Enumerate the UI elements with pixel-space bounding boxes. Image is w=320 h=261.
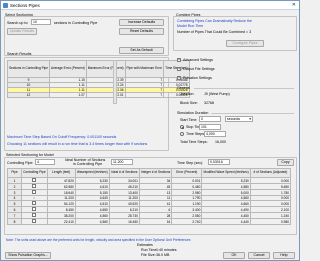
block-size-value: 32768 bbox=[204, 101, 214, 105]
close-icon[interactable]: ✕ bbox=[292, 2, 296, 8]
ok-button[interactable]: OK bbox=[223, 252, 245, 259]
time-step-label: Time Step (sec): bbox=[177, 161, 204, 165]
general-divider bbox=[194, 88, 294, 89]
output-file-settings-label[interactable]: Output File Settings bbox=[183, 67, 215, 71]
show-pulsation-graphs-button[interactable]: Show Pulsation Graphs... bbox=[5, 252, 51, 259]
stop-time-radio[interactable] bbox=[180, 125, 184, 129]
selected-sections-table: Pipe Controlling Pipe Length (feet) Wave… bbox=[6, 168, 292, 225]
run-time-label: Run Time: bbox=[141, 248, 158, 252]
sections-pipes-window: Sections Pipes ✕ Select Sectioning Searc… bbox=[0, 0, 300, 261]
col-maximum-error: Maximum Error (Percent) bbox=[85, 60, 126, 78]
time-steps-radio[interactable] bbox=[180, 132, 184, 136]
pulsation-settings-label[interactable]: Pulsation Settings bbox=[183, 76, 212, 80]
time-step-warning: Maximum Time Step Based On Cutoff Freque… bbox=[7, 135, 117, 139]
table-row[interactable]: 8 22.410 4,560 16.450 16 2.740 4,440 0.980 bbox=[6, 218, 292, 225]
controlling-pipe-label: Controlling Pipe: bbox=[7, 161, 34, 165]
time-units-select[interactable]: seconds bbox=[225, 116, 253, 122]
combine-line-1: Combining Pipes Can Dramatically Reduce … bbox=[177, 19, 252, 23]
copy-button[interactable]: Copy bbox=[277, 159, 294, 166]
expand-pulsation-icon[interactable]: + bbox=[177, 76, 181, 80]
junction-label: Junction: bbox=[180, 92, 195, 96]
stop-time-input[interactable]: 101 bbox=[199, 124, 221, 130]
table-row[interactable]: 12 1.07 2.01 7 0.02315 bbox=[7, 92, 190, 98]
search-results-title: Search Results bbox=[7, 52, 32, 56]
expand-output-icon[interactable]: + bbox=[177, 67, 181, 71]
set-as-default-button[interactable]: Set As Default bbox=[119, 47, 164, 54]
search-sections-input[interactable]: 10 bbox=[31, 19, 51, 25]
junction-value: J9 (West Pump) bbox=[204, 92, 230, 96]
ideal-sections-input[interactable]: 11.200 bbox=[111, 159, 133, 165]
search-suffix: sections in Controlling Pipe bbox=[54, 21, 98, 25]
start-time-label: Start Time: bbox=[180, 118, 198, 122]
selected-header: Pipe Controlling Pipe Length (feet) Wave… bbox=[6, 168, 292, 178]
controlling-checkbox[interactable] bbox=[21, 218, 48, 225]
cancel-button[interactable]: Cancel bbox=[248, 252, 270, 259]
time-steps-input[interactable]: 4,000 bbox=[204, 131, 226, 137]
estimates-title: Estimates bbox=[137, 243, 153, 247]
time-step-input[interactable]: 0.03016 bbox=[208, 159, 230, 165]
search-results-table: Sections in Controlling Pipe Average Err… bbox=[7, 60, 190, 98]
expand-advanced-icon[interactable]: + bbox=[177, 58, 181, 62]
general-title: General bbox=[177, 86, 190, 90]
simulation-title: Simulation Duration bbox=[177, 111, 209, 115]
configure-pipes-button[interactable]: Configure Pipes bbox=[226, 40, 264, 47]
file-size-value: 36.0 MB bbox=[156, 253, 170, 257]
combine-count: Number of Pipes That Could Be Combined =… bbox=[177, 30, 252, 34]
total-time-steps-label: Total Time Steps: bbox=[180, 140, 208, 144]
run-time-value: 1:40 minutes bbox=[156, 248, 177, 252]
units-note: Note: The units used above are the prefe… bbox=[6, 238, 191, 242]
increase-defaults-button[interactable]: Increase Defaults bbox=[119, 19, 164, 26]
col-average-error: Average Error (Percent) bbox=[48, 60, 87, 78]
total-time-steps-value: 16,000 bbox=[215, 140, 226, 144]
advanced-settings-label[interactable]: Advanced Settings bbox=[183, 58, 213, 62]
help-button[interactable]: Help bbox=[273, 252, 295, 259]
update-results-button[interactable]: Update Results bbox=[7, 28, 37, 35]
simulation-divider bbox=[211, 113, 294, 114]
results-scrollbar[interactable] bbox=[113, 60, 117, 104]
run-time-warning: Choosing 11 sections will result in a ru… bbox=[7, 142, 148, 146]
search-label: Search up to: bbox=[7, 21, 29, 25]
combine-line-2: Model Run Time bbox=[177, 24, 204, 28]
reset-defaults-button[interactable]: Reset Defaults bbox=[119, 28, 164, 35]
app-icon bbox=[3, 3, 8, 8]
window-title: Sections Pipes bbox=[10, 3, 40, 8]
time-steps-label: Time Steps: bbox=[186, 132, 206, 136]
block-size-label: Block Size: bbox=[180, 101, 198, 105]
search-results-header: Sections in Controlling Pipe Average Err… bbox=[7, 60, 190, 78]
controlling-pipe-input[interactable]: 4 bbox=[35, 159, 55, 165]
ideal-sections-label-2: in Controlling Pipe bbox=[73, 162, 103, 166]
start-time-input[interactable]: 0 bbox=[199, 116, 221, 122]
col-sections: Sections in Controlling Pipe bbox=[7, 60, 50, 78]
title-bar: Sections Pipes ✕ bbox=[1, 1, 299, 10]
col-pipe-max-error: Pipe with Maximum Error bbox=[124, 60, 165, 78]
file-size-label: File Size: bbox=[141, 253, 156, 257]
